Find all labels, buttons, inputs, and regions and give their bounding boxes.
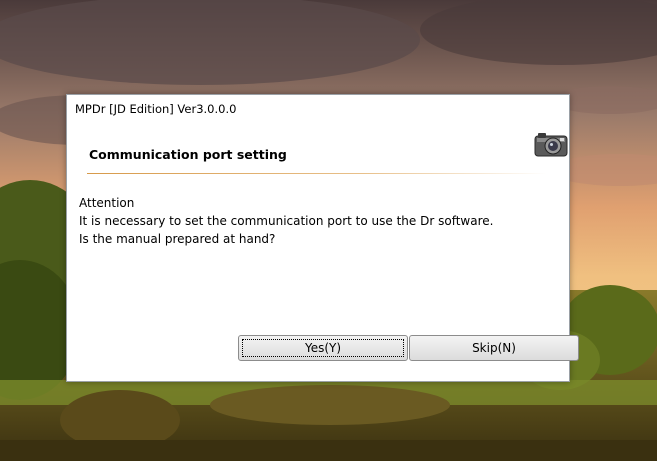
skip-button[interactable]: Skip(N) (409, 335, 579, 361)
message-line-attention: Attention (79, 196, 135, 210)
message-line-question: Is the manual prepared at hand? (79, 232, 276, 246)
dialog-heading: Communication port setting (89, 147, 287, 162)
communication-port-dialog: MPDr [JD Edition] Ver3.0.0.0 Communicati… (66, 94, 579, 382)
heading-divider (87, 173, 547, 174)
yes-button[interactable]: Yes(Y) (238, 335, 408, 361)
camera-icon (534, 133, 568, 157)
window-title: MPDr [JD Edition] Ver3.0.0.0 (75, 102, 237, 116)
message-line-requirement: It is necessary to set the communication… (79, 214, 494, 228)
skip-button-label: Skip(N) (472, 341, 516, 355)
yes-button-label: Yes(Y) (304, 341, 342, 355)
